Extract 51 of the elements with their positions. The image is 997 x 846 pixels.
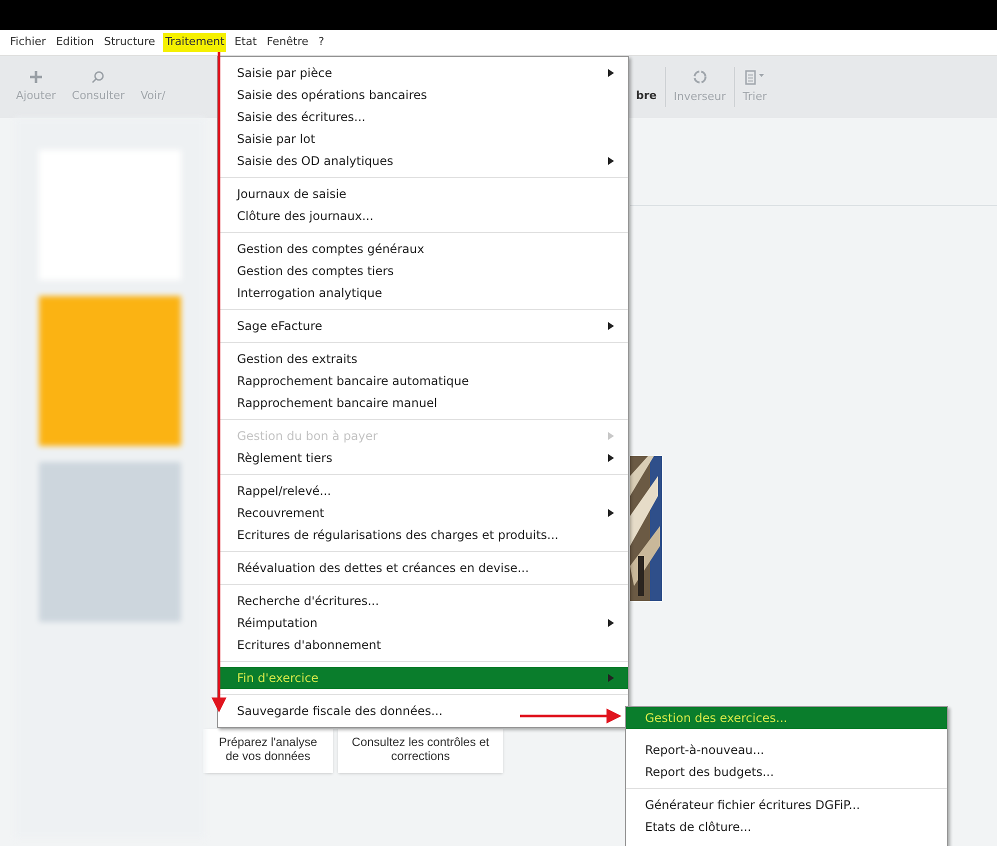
menu-bar-item[interactable]: ? [316, 33, 326, 52]
menu-item[interactable]: Journaux de saisie [218, 183, 628, 205]
menu-item[interactable]: Rappel/relevé... [218, 480, 628, 502]
menu-bar-item[interactable]: Etat [232, 33, 259, 52]
menu-item[interactable]: Saisie des écritures... [218, 106, 628, 128]
menu-item[interactable]: Interrogation analytique [218, 282, 628, 304]
menu-bar-item[interactable]: Fichier [8, 33, 48, 52]
menu-item[interactable]: Recherche d'écritures... [218, 590, 628, 612]
menu-item[interactable]: Sauvegarde fiscale des données... [218, 700, 628, 722]
menu-item[interactable]: Report des budgets... [626, 761, 947, 783]
menu-item[interactable]: Etats de clôture... [626, 816, 947, 838]
action-card[interactable]: Consultez les contrôles et corrections [338, 729, 503, 773]
menu-item[interactable]: Gestion des comptes généraux [218, 238, 628, 260]
menu-item[interactable]: Réévaluation des dettes et créances en devise... [218, 557, 628, 579]
submenu-arrow-icon [608, 509, 614, 517]
submenu-arrow-icon [608, 454, 614, 462]
search-icon [91, 70, 106, 84]
menu-item[interactable]: Règlement tiers [218, 447, 628, 469]
menu-item[interactable]: Gestion des comptes tiers [218, 260, 628, 282]
menu-item[interactable]: Report-à-nouveau... [626, 739, 947, 761]
submenu-arrow-icon [608, 69, 614, 77]
menu-bar-item[interactable]: Structure [102, 33, 158, 52]
submenu-arrow-icon [608, 619, 614, 627]
menu-item[interactable]: Saisie par pièce [218, 62, 628, 84]
menu-item[interactable]: Saisie par lot [218, 128, 628, 150]
plus-icon [28, 70, 43, 84]
menu-item[interactable]: Gestion des extraits [218, 348, 628, 370]
submenu-arrow-icon [608, 432, 614, 440]
menu-item[interactable]: Ecritures d'abonnement [218, 634, 628, 656]
menu-bar-item[interactable]: Fenêtre [264, 33, 310, 52]
menu-item[interactable]: Sage eFacture [218, 315, 628, 337]
menu-item[interactable]: Rapprochement bancaire manuel [218, 392, 628, 414]
menu-item[interactable]: Clôture des journaux... [218, 205, 628, 227]
submenu-arrow-icon [608, 157, 614, 165]
menu-item[interactable]: Fin d'exercice [218, 667, 628, 689]
menu-item[interactable]: Rapprochement bancaire automatique [218, 370, 628, 392]
menu-bar-item[interactable]: Traitement [163, 33, 226, 52]
menu-item[interactable]: Générateur fichier écritures DGFiP... [626, 794, 947, 816]
clipboard-icon [744, 68, 766, 85]
action-card[interactable]: Préparez l'analyse de vos données [203, 729, 333, 773]
menu-item[interactable]: Saisie des OD analytiques [218, 150, 628, 172]
menu-item[interactable]: Gestion des exercices... [626, 707, 947, 729]
submenu-arrow-icon [608, 322, 614, 330]
menu-item[interactable]: Réimputation [218, 612, 628, 634]
toolbar-button[interactable]: bre [628, 62, 665, 112]
menu-bar-item[interactable]: Edition [54, 33, 96, 52]
refresh-icon [692, 68, 708, 85]
menu-item[interactable]: Saisie des opérations bancaires [218, 84, 628, 106]
submenu-arrow-icon [608, 674, 614, 682]
menu-item[interactable]: Recouvrement [218, 502, 628, 524]
menu-item[interactable]: Ecritures de régularisations des charges et produits... [218, 524, 628, 546]
